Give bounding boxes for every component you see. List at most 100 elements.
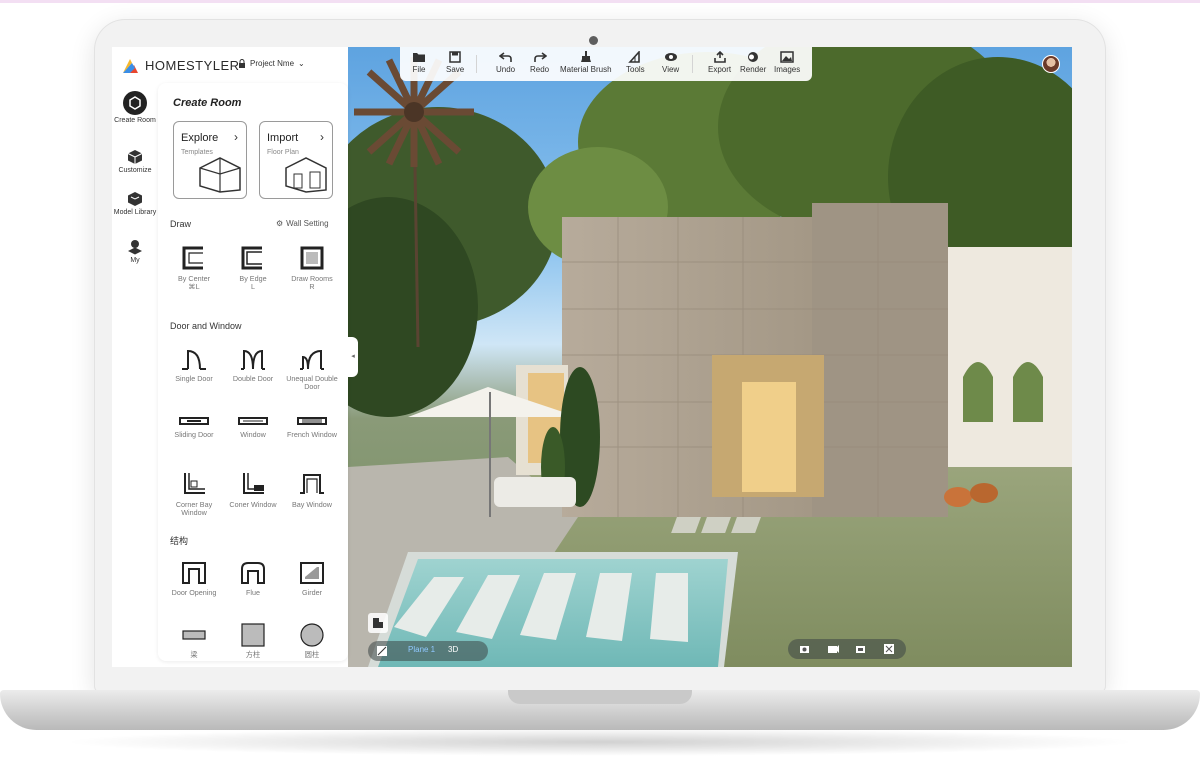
redo-icon (533, 52, 547, 62)
sliding-door-tool[interactable]: Sliding Door (166, 415, 222, 439)
french-window-tool[interactable]: French Window (284, 415, 340, 439)
square-column-icon (241, 623, 265, 647)
corner-bay-window-tool[interactable]: Corner Bay Window (166, 471, 222, 517)
toolbar-label: Material Brush (560, 65, 612, 74)
view-button[interactable]: View (662, 51, 679, 74)
nav-label: My (130, 257, 140, 264)
unequal-double-door-tool[interactable]: Unequal Double Door (284, 347, 340, 391)
brand-logo[interactable]: HOMESTYLER (122, 55, 240, 75)
tool-label: Girder (302, 588, 322, 597)
single-door-icon (182, 349, 206, 370)
square-column-tool[interactable]: 方柱 (225, 623, 281, 659)
save-button[interactable]: Save (446, 51, 464, 74)
file-button[interactable]: File (412, 51, 426, 74)
eye-icon (664, 53, 677, 61)
door-opening-tool[interactable]: Door Opening (166, 561, 222, 597)
girder-tool[interactable]: Girder (284, 561, 340, 597)
tool-label: Window (240, 430, 266, 439)
corner-window-icon (243, 473, 264, 494)
card-title: Import (267, 132, 299, 144)
bay-window-icon (300, 474, 324, 494)
corner-window-tool[interactable]: Coner Window (225, 471, 281, 509)
toolbar-label: Tools (626, 65, 645, 74)
chevron-down-icon: ⌄ (298, 59, 305, 68)
avatar[interactable] (1042, 55, 1060, 73)
toolbar-label: Export (708, 65, 732, 74)
round-column-icon (300, 623, 324, 647)
project-name: Project Nme (250, 59, 295, 68)
camera-icon[interactable] (798, 642, 812, 656)
nav-customize[interactable]: Customize (112, 149, 158, 175)
import-floor-plan-card[interactable]: Import › Floor Plan (259, 121, 333, 199)
girder-icon (300, 562, 324, 584)
floor-plan-icon (285, 157, 327, 193)
gear-icon: ⚙ (276, 219, 284, 228)
tool-shortcut: R (309, 282, 315, 291)
by-center-tool[interactable]: By Center ⌘L (166, 245, 222, 291)
camera-orbit-icon[interactable] (826, 642, 840, 656)
images-icon (780, 51, 794, 63)
wall-edge-icon (241, 246, 262, 270)
tool-label: French Window (287, 430, 337, 439)
nav-label: Model Library (113, 209, 157, 216)
tool-label: Double Door (232, 374, 274, 383)
undo-button[interactable]: Undo (496, 51, 515, 74)
camera-walk-icon[interactable] (854, 642, 868, 656)
layer-icon[interactable] (376, 645, 388, 657)
floorplan-toggle-icon (373, 618, 383, 628)
by-edge-tool[interactable]: By Edge L (225, 245, 281, 291)
export-button[interactable]: Export (708, 51, 731, 74)
laptop-shadow (60, 728, 1140, 756)
nav-create-room[interactable]: Create Room (112, 91, 158, 125)
2d-minimap-toggle[interactable] (368, 613, 388, 633)
draw-section-title: Draw (170, 219, 192, 229)
3d-viewport[interactable] (348, 47, 1072, 667)
flue-tool[interactable]: Flue (225, 561, 281, 597)
beam-icon (182, 630, 206, 640)
tool-shortcut: L (251, 282, 255, 291)
laptop-notch (508, 690, 692, 704)
door-opening-icon (182, 562, 206, 584)
webcam (589, 36, 598, 45)
wall-setting-button[interactable]: ⚙ Wall Setting (276, 219, 329, 228)
brand-name: HOMESTYLER (145, 57, 240, 73)
toolbar-label: Images (774, 65, 801, 74)
tool-label: 方柱 (245, 650, 261, 659)
toolbar-label: Render (740, 65, 767, 74)
fullscreen-icon[interactable] (882, 642, 896, 656)
window-tool[interactable]: Window (225, 415, 281, 439)
material-brush-button[interactable]: Material Brush (560, 51, 612, 74)
user-cube-icon (128, 240, 142, 255)
round-column-tool[interactable]: 圆柱 (284, 623, 340, 659)
bay-window-tool[interactable]: Bay Window (284, 471, 340, 509)
beam-tool[interactable]: 梁 (166, 623, 222, 659)
single-door-tool[interactable]: Single Door (166, 347, 222, 383)
tool-label: Sliding Door (174, 430, 214, 439)
double-door-tool[interactable]: Double Door (225, 347, 281, 383)
tool-shortcut: ⌘L (188, 282, 200, 291)
draw-rooms-tool[interactable]: Draw Rooms R (284, 245, 340, 291)
explore-templates-card[interactable]: Explore › Templates (173, 121, 247, 199)
lock-icon (239, 59, 245, 68)
wall-center-icon (182, 246, 203, 270)
project-name-dropdown[interactable]: Project Nme ⌄ (238, 59, 305, 68)
left-nav: Create Room Customize Model Library My (112, 79, 158, 667)
scene-render (348, 47, 1072, 667)
tool-label: 圆柱 (304, 650, 320, 659)
nav-model-library[interactable]: Model Library (112, 191, 158, 217)
plane-view-button[interactable]: Plane 1 (408, 645, 435, 654)
french-window-icon (297, 417, 327, 425)
tools-button[interactable]: Tools (626, 51, 645, 74)
toolbar-divider (476, 55, 477, 73)
cube-icon (127, 150, 143, 164)
tool-label: Door Opening (171, 588, 217, 597)
images-button[interactable]: Images (774, 51, 800, 74)
nav-my[interactable]: My (112, 239, 158, 265)
tool-label: Flue (246, 588, 260, 597)
3d-view-button[interactable]: 3D (448, 645, 458, 654)
nav-label: Create Room (114, 117, 156, 124)
undo-icon (498, 52, 512, 62)
redo-button[interactable]: Redo (530, 51, 549, 74)
collapse-panel-button[interactable]: ◂ (348, 337, 358, 377)
render-button[interactable]: Render (740, 51, 766, 74)
